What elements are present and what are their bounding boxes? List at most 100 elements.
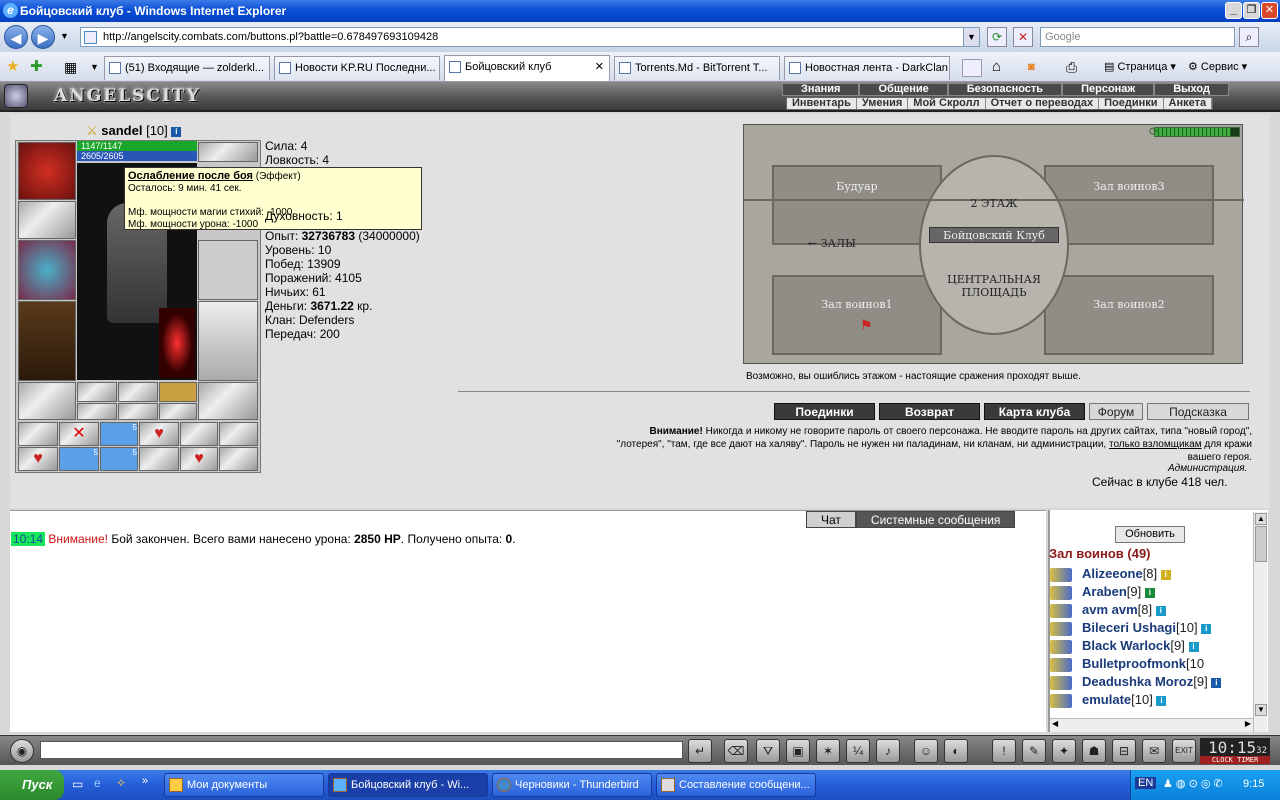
hackers-link[interactable]: только взломщикам bbox=[1109, 439, 1202, 450]
tab-torrents[interactable]: Torrents.Md - BitTorrent T... bbox=[614, 56, 780, 80]
return-button[interactable]: Возврат bbox=[879, 403, 980, 420]
stop-icon[interactable]: ✕ bbox=[1013, 27, 1033, 47]
private-message-icon[interactable] bbox=[1050, 567, 1072, 582]
mana-scroll-slot[interactable]: 5 bbox=[59, 447, 99, 471]
submenu-profile[interactable]: Анкета bbox=[1164, 98, 1213, 109]
message-icon[interactable]: ✉ bbox=[1142, 739, 1166, 763]
task-my-documents[interactable]: Мои документы bbox=[164, 773, 324, 797]
task-fight-club[interactable]: Бойцовский клуб - Wi... bbox=[328, 773, 488, 797]
submenu-transfers[interactable]: Отчет о переводах bbox=[986, 98, 1100, 109]
search-icon[interactable]: ⌕ bbox=[1239, 27, 1259, 47]
character-name[interactable]: ⚔ sandel [10] i bbox=[86, 123, 182, 139]
scroll-thumb[interactable] bbox=[1255, 526, 1267, 562]
tab-kp-news[interactable]: Новости KP.RU Последни... bbox=[274, 56, 440, 80]
filter-icon[interactable]: ⛛ bbox=[756, 739, 780, 763]
scroll-slot[interactable] bbox=[18, 422, 58, 446]
ie-quicklaunch-icon[interactable]: e bbox=[94, 776, 101, 790]
armor-slot[interactable] bbox=[18, 301, 76, 381]
home-icon[interactable]: ⌂ bbox=[992, 59, 1001, 75]
clear-icon[interactable]: ⌫ bbox=[724, 739, 748, 763]
private-message-icon[interactable] bbox=[1050, 657, 1072, 672]
submenu-duels[interactable]: Поединки bbox=[1099, 98, 1164, 109]
user-item[interactable]: Bileceri Ushagi[10] i bbox=[1050, 620, 1212, 638]
info-icon[interactable]: i bbox=[1160, 569, 1171, 580]
menu-character[interactable]: Персонаж bbox=[1062, 83, 1155, 96]
private-message-icon[interactable] bbox=[1050, 603, 1072, 618]
scroll-slot[interactable] bbox=[139, 447, 179, 471]
scroll-up-icon[interactable]: ▲ bbox=[1255, 513, 1267, 525]
tab-chat[interactable]: Чат bbox=[806, 511, 856, 528]
club-map-button[interactable]: Карта клуба bbox=[984, 403, 1085, 420]
heal-scroll-icon[interactable]: ♥ bbox=[18, 447, 58, 471]
minimize-button[interactable]: _ bbox=[1225, 2, 1242, 19]
address-field[interactable]: http://angelscity.combats.com/buttons.pl… bbox=[80, 27, 980, 47]
back-arrow-icon[interactable]: ◀ bbox=[4, 25, 28, 49]
user-item[interactable]: Bulletproofmonk[10 bbox=[1050, 656, 1204, 674]
tray-icons[interactable]: ♟ ◍ ⊙ ◎ ✆ bbox=[1163, 777, 1223, 790]
bubbles-icon[interactable]: ◐ bbox=[944, 739, 968, 763]
user-item[interactable]: avm avm[8] i bbox=[1050, 602, 1166, 620]
private-message-icon[interactable] bbox=[1050, 585, 1072, 600]
task-thunderbird-drafts[interactable]: Черновики - Thunderbird bbox=[492, 773, 652, 797]
scroll-right-icon[interactable]: ▶ bbox=[1245, 719, 1251, 728]
earrings-slot[interactable] bbox=[198, 142, 258, 162]
user-item[interactable]: Deadushka Moroz[9] i bbox=[1050, 674, 1222, 692]
fight-icon[interactable]: ✶ bbox=[816, 739, 840, 763]
tab-darkclan[interactable]: Новостная лента - DarkClan bbox=[784, 56, 950, 80]
private-message-icon[interactable] bbox=[1050, 621, 1072, 636]
quicklaunch-icon[interactable]: ✧ bbox=[116, 776, 126, 790]
refresh-icon[interactable]: ⟳ bbox=[987, 27, 1007, 47]
translit-icon[interactable]: ¼ bbox=[846, 739, 870, 763]
user-list-hscrollbar[interactable]: ◀ ▶ bbox=[1050, 718, 1253, 732]
scroll-slot[interactable] bbox=[219, 422, 258, 446]
speaker-icon[interactable]: ◉ bbox=[10, 739, 34, 763]
add-favorite-icon[interactable]: ✚ bbox=[30, 59, 43, 75]
refresh-button[interactable]: Обновить bbox=[1115, 526, 1185, 543]
private-message-icon[interactable] bbox=[1050, 675, 1072, 690]
user-item[interactable]: Araben[9] i bbox=[1050, 584, 1155, 602]
info-icon[interactable]: i bbox=[171, 126, 182, 137]
lock-icon[interactable]: ⊟ bbox=[1112, 739, 1136, 763]
scroll-down-icon[interactable]: ▼ bbox=[1255, 704, 1267, 716]
print-icon[interactable]: ⎙ bbox=[1066, 59, 1077, 75]
chat-input[interactable] bbox=[40, 741, 683, 759]
submenu-inventory[interactable]: Инвентарь bbox=[787, 98, 857, 109]
user-item[interactable]: Alizeeone[8] i bbox=[1050, 566, 1171, 584]
save-icon[interactable]: ▣ bbox=[786, 739, 810, 763]
quicklaunch-more-icon[interactable]: » bbox=[142, 775, 148, 787]
heal-scroll-icon[interactable]: ♥ bbox=[180, 447, 218, 471]
info-icon[interactable]: i bbox=[1201, 623, 1212, 634]
tab-system-messages[interactable]: Системные сообщения bbox=[855, 511, 1016, 528]
show-desktop-icon[interactable]: ▭ bbox=[72, 777, 83, 791]
rune-slot-3[interactable] bbox=[159, 403, 197, 420]
search-input[interactable]: Google bbox=[1040, 27, 1235, 47]
map-halls-label[interactable]: ← ЗАЛЫ bbox=[808, 237, 856, 250]
map-refresh-icon[interactable]: ⟳ bbox=[1149, 125, 1158, 138]
rune-slot-1[interactable] bbox=[77, 403, 117, 420]
menu-knowledge[interactable]: Знания bbox=[782, 83, 860, 96]
info-icon[interactable]: i bbox=[1156, 695, 1167, 706]
private-message-icon[interactable] bbox=[1050, 639, 1072, 654]
room-warriors-hall-2[interactable]: Зал воинов2 bbox=[1044, 275, 1214, 355]
user-item[interactable]: emulate[10] i bbox=[1050, 692, 1167, 710]
submenu-skills[interactable]: Умения bbox=[857, 98, 909, 109]
info-icon[interactable]: i bbox=[1155, 605, 1166, 616]
helmet-slot[interactable] bbox=[18, 142, 76, 200]
submenu-scroll[interactable]: Мой Скролл bbox=[908, 98, 986, 109]
heal-scroll-icon[interactable]: ♥ bbox=[139, 422, 179, 446]
tab-inbox[interactable]: (51) Входящие — zolderkl... bbox=[104, 56, 270, 80]
belt-slot[interactable] bbox=[18, 382, 76, 420]
room-fight-club[interactable]: Бойцовский Клуб bbox=[929, 227, 1059, 243]
favorites-star-icon[interactable]: ★ bbox=[6, 59, 19, 75]
mana-scroll-slot[interactable]: 5 bbox=[100, 422, 138, 446]
ring-slot-1[interactable] bbox=[77, 382, 117, 402]
scroll-slot[interactable] bbox=[219, 447, 258, 471]
duels-button[interactable]: Поединки bbox=[774, 403, 875, 420]
feeds-icon[interactable]: ◙ bbox=[1028, 59, 1035, 75]
room-warriors-hall-1[interactable]: Зал воинов1 bbox=[772, 275, 942, 355]
sound-icon[interactable]: ♪ bbox=[876, 739, 900, 763]
address-dropdown-icon[interactable]: ▼ bbox=[963, 28, 979, 46]
offhand-slot[interactable] bbox=[198, 240, 258, 300]
room-central-square[interactable]: ЦЕНТРАЛЬНАЯ ПЛОЩАДЬ bbox=[929, 273, 1059, 299]
boots-slot[interactable] bbox=[198, 382, 258, 420]
